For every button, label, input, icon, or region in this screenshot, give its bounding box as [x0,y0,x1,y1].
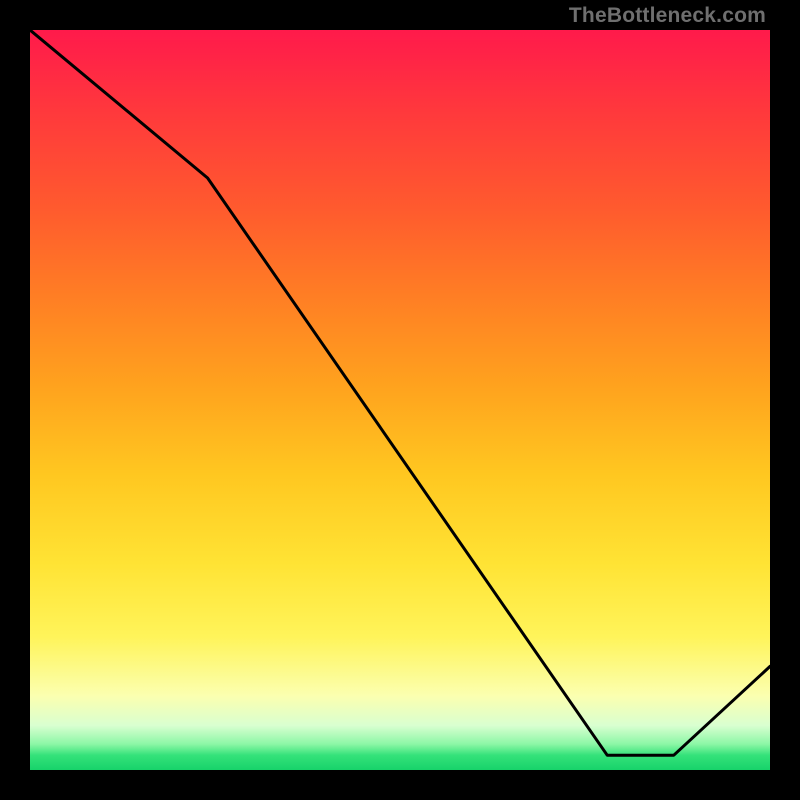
watermark-text: TheBottleneck.com [569,4,766,28]
bottleneck-curve-line [30,30,770,755]
line-chart-svg [30,30,770,770]
chart-frame: TheBottleneck.com [0,0,800,800]
